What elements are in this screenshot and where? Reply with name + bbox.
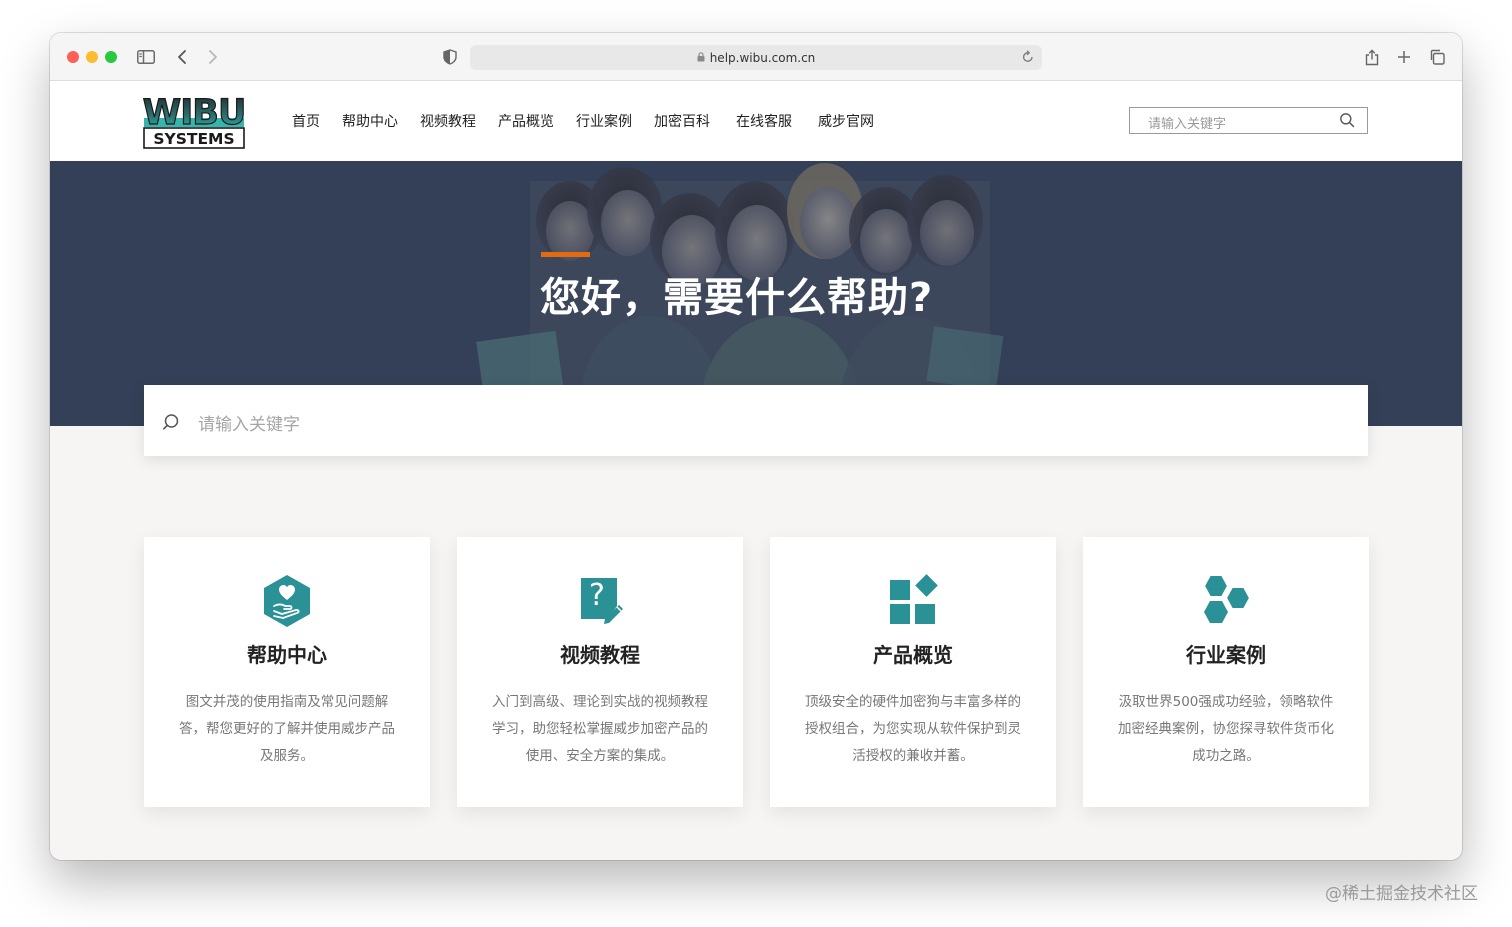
reload-icon[interactable] bbox=[1022, 50, 1034, 66]
card-industry-cases[interactable]: 行业案例 汲取世界500强成功经验，领略软件加密经典案例，协您探寻软件货币化成功… bbox=[1083, 537, 1369, 807]
card-help-center[interactable]: 帮助中心 图文并茂的使用指南及常见问题解答，帮您更好的了解并使用威步产品及服务。 bbox=[144, 537, 430, 807]
watermark-text: @稀土掘金技术社区 bbox=[1325, 884, 1478, 904]
nav-item-official-site[interactable]: 威步官网 bbox=[818, 111, 874, 131]
search-icon[interactable] bbox=[1339, 112, 1355, 132]
zoom-window-button[interactable] bbox=[105, 51, 117, 63]
hexagon-cluster-icon bbox=[1199, 573, 1253, 629]
address-bar[interactable]: help.wibu.com.cn bbox=[470, 45, 1042, 70]
logo-wordmark: WIBU bbox=[143, 93, 245, 133]
nav-item-encryption-wiki[interactable]: 加密百科 bbox=[654, 111, 710, 131]
nav-item-home[interactable]: 首页 bbox=[292, 111, 320, 131]
nav-item-video-tutorials[interactable]: 视频教程 bbox=[420, 111, 476, 131]
nav-item-help-center[interactable]: 帮助中心 bbox=[342, 111, 398, 131]
card-description: 入门到高级、理论到实战的视频教程学习，助您轻松掌握威步加密产品的使用、安全方案的… bbox=[492, 694, 708, 764]
svg-text:?: ? bbox=[589, 578, 605, 613]
question-document-icon: ? bbox=[573, 573, 627, 629]
card-description: 汲取世界500强成功经验，领略软件加密经典案例，协您探寻软件货币化成功之路。 bbox=[1118, 694, 1334, 764]
nav-item-online-support[interactable]: 在线客服 bbox=[736, 111, 792, 131]
close-window-button[interactable] bbox=[67, 51, 79, 63]
card-title: 行业案例 bbox=[1186, 643, 1266, 667]
card-video-tutorials[interactable]: ? 视频教程 入门到高级、理论到实战的视频教程学习，助您轻松掌握威步加密产品的使… bbox=[457, 537, 743, 807]
header-search-input[interactable]: 请输入关键字 bbox=[1129, 107, 1368, 134]
card-title: 帮助中心 bbox=[247, 643, 327, 667]
main-search-placeholder: 请输入关键字 bbox=[198, 415, 300, 435]
card-product-overview[interactable]: 产品概览 顶级安全的硬件加密狗与丰富多样的授权组合，为您实现从软件保护到灵活授权… bbox=[770, 537, 1056, 807]
wibu-logo[interactable]: WIBU SYSTEMS bbox=[142, 91, 247, 149]
card-description: 顶级安全的硬件加密狗与丰富多样的授权组合，为您实现从软件保护到灵活授权的兼收并蓄… bbox=[805, 694, 1021, 764]
nav-item-product-overview[interactable]: 产品概览 bbox=[498, 111, 554, 131]
search-icon[interactable] bbox=[162, 413, 180, 435]
hero-accent-bar bbox=[541, 252, 590, 257]
forward-icon[interactable] bbox=[202, 46, 224, 68]
sidebar-toggle-icon[interactable] bbox=[135, 46, 157, 68]
site-header: WIBU SYSTEMS 首页 帮助中心 视频教程 产品概览 行业案例 加密百科… bbox=[50, 81, 1462, 161]
browser-window: help.wibu.com.cn WIBU SYSTEMS 首页 帮助中心 视频… bbox=[50, 33, 1462, 860]
privacy-shield-icon[interactable] bbox=[439, 46, 461, 68]
card-title: 视频教程 bbox=[560, 643, 640, 667]
back-icon[interactable] bbox=[171, 46, 193, 68]
product-blocks-icon bbox=[886, 573, 940, 629]
browser-toolbar: help.wibu.com.cn bbox=[50, 33, 1462, 81]
screenshot-stage: help.wibu.com.cn WIBU SYSTEMS 首页 帮助中心 视频… bbox=[0, 0, 1512, 927]
nav-item-industry-cases[interactable]: 行业案例 bbox=[576, 111, 632, 131]
address-url: help.wibu.com.cn bbox=[709, 50, 816, 65]
header-search-placeholder: 请输入关键字 bbox=[1148, 117, 1227, 132]
lock-icon bbox=[697, 51, 705, 65]
share-icon[interactable] bbox=[1361, 46, 1383, 68]
hero-title: 您好，需要什么帮助? bbox=[540, 275, 934, 321]
help-hand-icon bbox=[260, 573, 314, 629]
logo-subtitle: SYSTEMS bbox=[153, 130, 234, 148]
card-title: 产品概览 bbox=[873, 643, 953, 667]
tab-overview-icon[interactable] bbox=[1426, 46, 1448, 68]
main-nav: 首页 帮助中心 视频教程 产品概览 行业案例 加密百科 在线客服 威步官网 bbox=[292, 111, 874, 131]
card-description: 图文并茂的使用指南及常见问题解答，帮您更好的了解并使用威步产品及服务。 bbox=[179, 694, 395, 764]
main-search-input[interactable]: 请输入关键字 bbox=[144, 385, 1368, 456]
minimize-window-button[interactable] bbox=[86, 51, 98, 63]
new-tab-icon[interactable] bbox=[1393, 46, 1415, 68]
